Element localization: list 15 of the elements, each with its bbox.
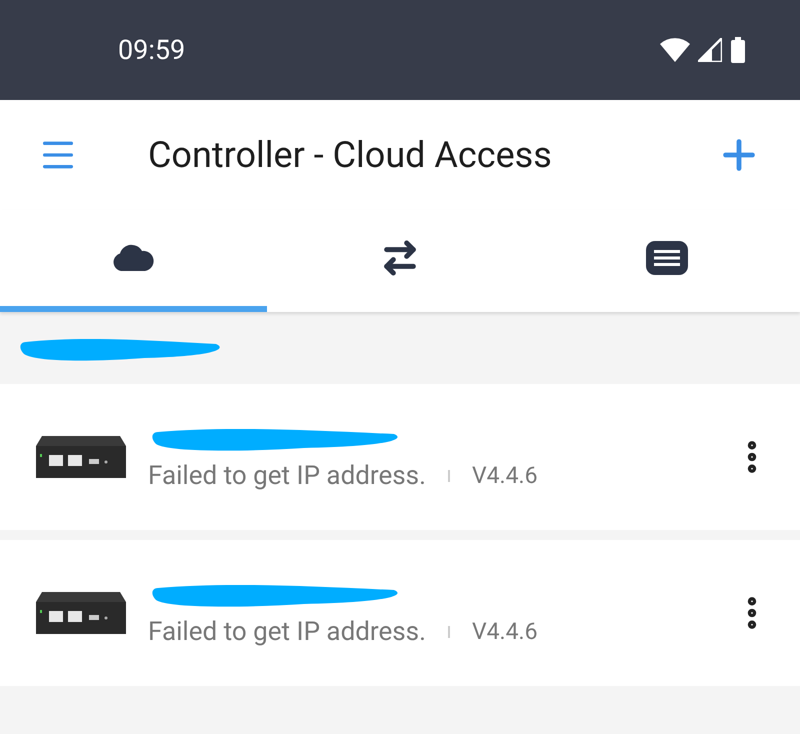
device-version: V4.4.6 [472, 460, 538, 491]
signal-icon [698, 38, 722, 62]
list-icon [646, 241, 688, 275]
device-row[interactable]: Failed to get IP address. V4.4.6 [0, 384, 800, 530]
device-row[interactable]: Failed to get IP address. V4.4.6 [0, 540, 800, 686]
router-icon [34, 434, 128, 480]
page-title: Controller - Cloud Access [148, 133, 553, 178]
wifi-icon [660, 38, 690, 62]
device-version: V4.4.6 [472, 616, 538, 647]
cloud-icon [111, 244, 156, 272]
device-status: Failed to get IP address. [148, 460, 426, 492]
router-icon [34, 590, 128, 636]
status-time: 09:59 [118, 32, 186, 68]
device-status: Failed to get IP address. [148, 616, 426, 648]
battery-icon [730, 37, 746, 63]
